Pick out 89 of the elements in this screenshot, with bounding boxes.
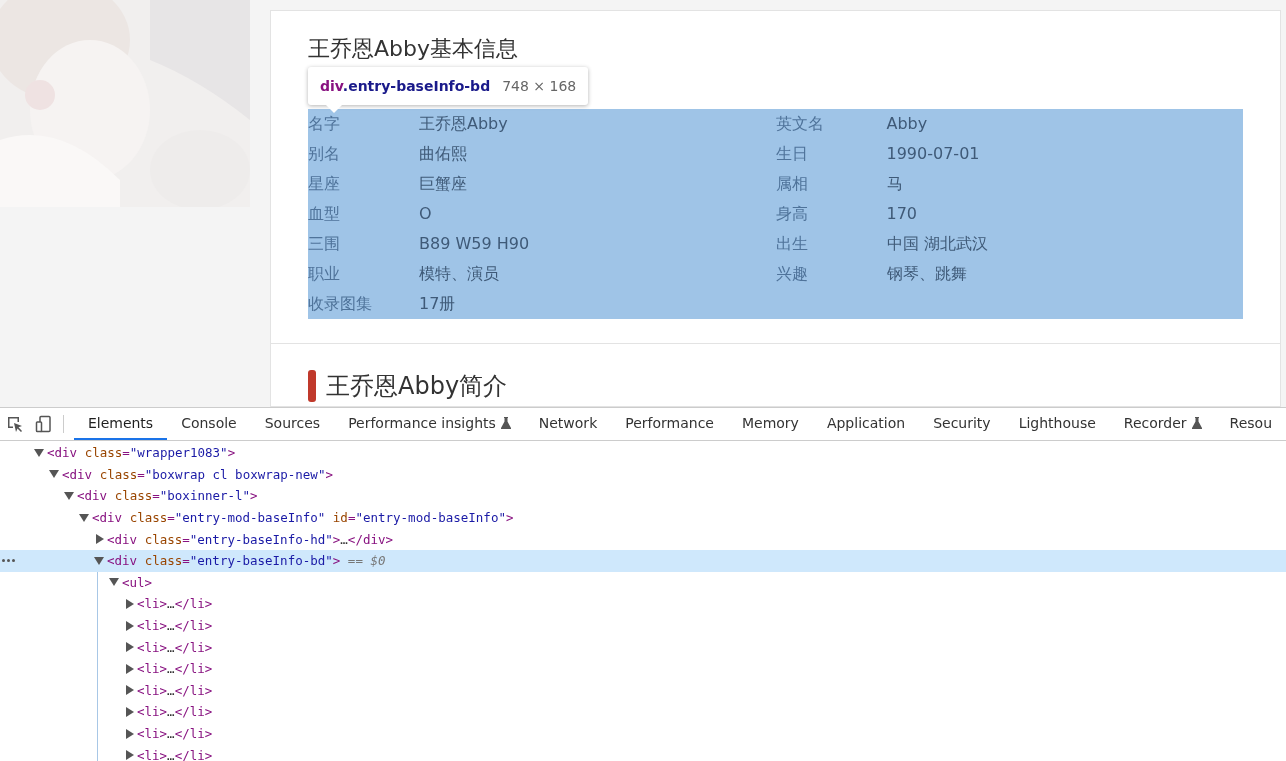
accent-bar bbox=[308, 370, 316, 402]
devtools-tab[interactable]: Console bbox=[167, 408, 251, 440]
field-label: 别名 bbox=[308, 143, 341, 165]
expand-toggle-icon[interactable] bbox=[64, 492, 74, 500]
code-line: <div class="entry-baseInfo-hd">…</div> bbox=[107, 531, 393, 547]
devtools-tab[interactable]: Network bbox=[524, 408, 612, 440]
expand-toggle-icon[interactable] bbox=[34, 448, 44, 457]
dom-node-row[interactable]: <li>…</li> bbox=[0, 679, 1286, 702]
field-value: 1990-07-01 bbox=[886, 143, 980, 165]
field-label: 身高 bbox=[775, 203, 809, 225]
devtools-tab[interactable]: Resou bbox=[1215, 408, 1286, 440]
dom-node-row[interactable]: <li>…</li> bbox=[0, 636, 1286, 658]
dom-node-row[interactable]: <div class="wrapper1083"> bbox=[0, 442, 1286, 464]
expand-toggle-icon[interactable] bbox=[126, 642, 134, 653]
code-line: <ul> bbox=[122, 574, 153, 590]
code-line: <div class="boxinner-l"> bbox=[77, 488, 258, 504]
element-selector: div.entry-baseInfo-bd bbox=[320, 78, 491, 94]
dom-node-row[interactable]: <div class="entry-baseInfo-bd"> == $0 bbox=[0, 549, 1286, 572]
section-title: 王乔恩Abby基本信息 bbox=[308, 35, 519, 63]
expand-toggle-icon[interactable] bbox=[126, 750, 134, 761]
code-line: <div class="wrapper1083"> bbox=[47, 445, 236, 461]
section-title: 王乔恩Abby简介 bbox=[326, 371, 508, 402]
dom-node-row[interactable]: <ul> bbox=[0, 571, 1286, 594]
field-value: 王乔恩Abby bbox=[419, 113, 508, 135]
expand-toggle-icon[interactable] bbox=[94, 556, 104, 565]
devtools-tab[interactable]: Recorder bbox=[1109, 408, 1216, 440]
field-label: 名字 bbox=[308, 113, 341, 135]
dom-node-row[interactable]: <li>…</li> bbox=[0, 701, 1286, 723]
field-value: 巨蟹座 bbox=[419, 173, 467, 195]
code-line: <li>…</li> bbox=[137, 747, 213, 761]
field-label: 英文名 bbox=[775, 113, 825, 135]
element-size: 748 × 168 bbox=[502, 78, 577, 94]
devtools-tab[interactable]: Elements bbox=[73, 408, 168, 440]
field-value: 17册 bbox=[419, 293, 456, 315]
dom-node-row[interactable]: <li>…</li> bbox=[0, 722, 1286, 745]
devtools-tab[interactable]: Performance insights bbox=[334, 408, 525, 440]
field-label: 血型 bbox=[308, 203, 341, 225]
inspect-element-icon[interactable] bbox=[5, 415, 24, 433]
dom-node-row[interactable]: <div class="boxwrap cl boxwrap-new"> bbox=[0, 463, 1286, 486]
code-line: <li>…</li> bbox=[137, 704, 213, 720]
code-line: <li>…</li> bbox=[137, 682, 213, 698]
expand-toggle-icon[interactable] bbox=[126, 685, 134, 696]
devtools-tab[interactable]: Application bbox=[812, 408, 920, 440]
field-label: 三围 bbox=[308, 233, 341, 255]
expand-toggle-icon[interactable] bbox=[126, 620, 134, 631]
field-value: O bbox=[419, 203, 432, 225]
devtools-tab[interactable]: Security bbox=[919, 408, 1005, 440]
code-line: <li>…</li> bbox=[137, 639, 213, 655]
field-label: 收录图集 bbox=[308, 293, 373, 315]
devtools-tab[interactable]: Lighthouse bbox=[1004, 408, 1110, 440]
expand-toggle-icon[interactable] bbox=[126, 598, 134, 609]
expand-toggle-icon[interactable] bbox=[49, 470, 59, 479]
field-label: 职业 bbox=[308, 263, 341, 285]
code-line: <div class="boxwrap cl boxwrap-new"> bbox=[62, 466, 333, 482]
code-line: <div class="entry-mod-baseInfo" id="entry-mod-baseInfo"> bbox=[92, 510, 514, 526]
expand-toggle-icon[interactable] bbox=[126, 706, 134, 717]
devtools-tab[interactable]: Sources bbox=[250, 408, 335, 440]
code-line: <div class="entry-baseInfo-bd"> == $0 bbox=[107, 553, 386, 569]
device-toolbar-icon[interactable] bbox=[35, 415, 54, 433]
dom-node-row[interactable]: <li>…</li> bbox=[0, 614, 1286, 637]
dom-node-row[interactable]: <li>…</li> bbox=[0, 657, 1286, 680]
code-line: <li>…</li> bbox=[137, 661, 213, 677]
field-value: B89 W59 H90 bbox=[419, 233, 530, 255]
dom-node-row[interactable]: <div class="entry-mod-baseInfo" id="entry-mod-baseInfo"> bbox=[0, 506, 1286, 529]
field-value: 马 bbox=[886, 173, 903, 195]
devtools-tab[interactable]: Performance bbox=[611, 408, 728, 440]
dom-node-row[interactable]: <li>…</li> bbox=[0, 593, 1286, 615]
dom-node-row[interactable]: <div class="boxinner-l"> bbox=[0, 485, 1286, 507]
field-value: 模特、演员 bbox=[419, 263, 499, 285]
more-icon[interactable] bbox=[2, 558, 15, 562]
expand-toggle-icon[interactable] bbox=[126, 728, 134, 739]
field-label: 出生 bbox=[775, 233, 809, 255]
field-value: 曲佑熙 bbox=[419, 143, 467, 165]
field-label: 生日 bbox=[775, 143, 809, 165]
field-label: 属相 bbox=[775, 173, 809, 195]
field-label: 星座 bbox=[308, 173, 341, 195]
code-line: <li>…</li> bbox=[137, 618, 213, 634]
field-value: 钢琴、跳舞 bbox=[886, 263, 967, 285]
field-value: 170 bbox=[886, 203, 918, 225]
field-label: 兴趣 bbox=[775, 263, 809, 285]
code-line: <li>…</li> bbox=[137, 726, 213, 741]
devtools-tab[interactable]: Memory bbox=[727, 408, 813, 440]
field-value: Abby bbox=[886, 113, 928, 135]
expand-toggle-icon[interactable] bbox=[109, 578, 119, 587]
field-value: 中国 湖北武汉 bbox=[886, 233, 988, 255]
code-line: <li>…</li> bbox=[137, 596, 213, 612]
expand-toggle-icon[interactable] bbox=[126, 663, 134, 674]
dom-node-row[interactable]: <li>…</li> bbox=[0, 744, 1286, 761]
expand-toggle-icon[interactable] bbox=[79, 513, 89, 522]
